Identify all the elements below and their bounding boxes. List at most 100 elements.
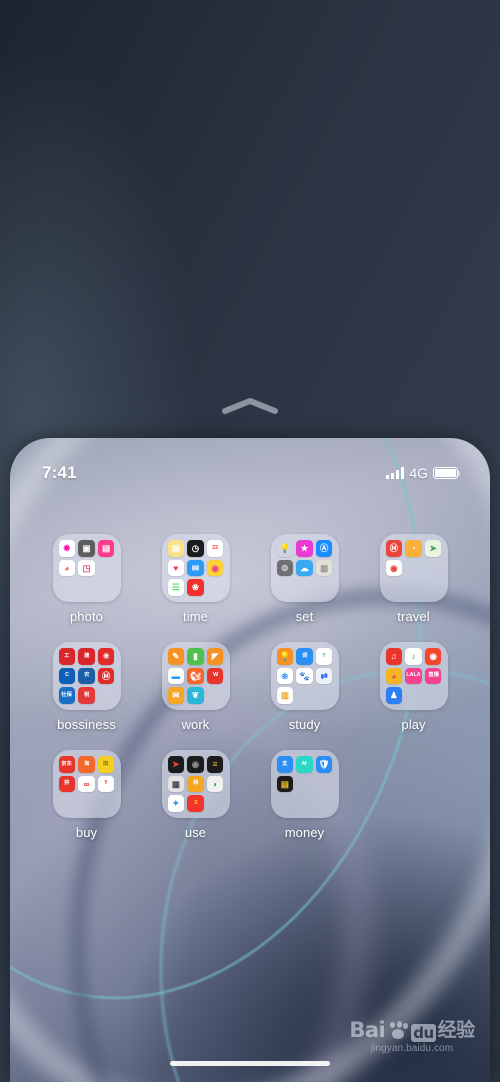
app-icon-pages-editor[interactable]: ✎ <box>167 648 185 665</box>
app-icon-keynote[interactable]: ◤ <box>206 648 224 665</box>
folder-set[interactable]: 💡 ★ Ⓐ ⚙ ☁ ▥ set <box>250 534 359 624</box>
folder-time[interactable]: ▤ ◷ 22 ♥ ✉ ◉ ☰ ❀ time <box>141 534 250 624</box>
app-icon-calendar[interactable]: 22 <box>206 540 224 557</box>
app-icon-reading-book[interactable]: ▥ <box>276 687 294 704</box>
folder-bossiness[interactable]: 工 建 ✳ C 农 Ⓜ 社保 税 bossiness <box>32 642 141 732</box>
app-icon-tips[interactable]: 💡 <box>277 540 294 557</box>
app-icon-ccb-bank[interactable]: 建 <box>78 648 95 665</box>
app-icon-live-stream[interactable]: 直播 <box>424 667 442 685</box>
folder-icon-preview[interactable]: 💡 词? ❀ 🐾 ⇄ ▥ <box>270 642 339 710</box>
folder-study[interactable]: 💡 词? ❀ 🐾 ⇄ ▥ study <box>250 642 359 732</box>
folder-icon-preview[interactable]: Ⓜ ◔ ➤ ◉ <box>379 534 448 602</box>
app-icon-pinduoduo[interactable]: 拼 <box>58 775 76 793</box>
app-icon-metro[interactable]: Ⓜ <box>385 540 403 557</box>
app-icon-notes[interactable]: ▤ <box>167 540 185 557</box>
app-icon-wps-office[interactable]: W <box>206 667 224 685</box>
app-icon-alipay-yue[interactable]: Y <box>97 775 115 793</box>
folder-icon-preview[interactable]: ♫ ♪ ◉ ◕ LALA 直播 ♟ <box>379 642 448 710</box>
app-icon-pdf-scanner[interactable]: ◳ <box>78 559 95 577</box>
app-icon-settings[interactable]: ⚙ <box>276 559 294 577</box>
app-icon-files[interactable]: ▬ <box>167 667 185 685</box>
folder-icon-preview[interactable]: 💡 ★ Ⓐ ⚙ ☁ ▥ <box>270 534 339 602</box>
app-icon-faceu-camera[interactable]: ◕ <box>58 559 76 577</box>
folder-icon-preview[interactable]: 京东 淘 田拼 ∞ Y <box>52 750 121 818</box>
app-icon-dictionary[interactable]: 词 <box>296 648 313 665</box>
app-icon-qq-music[interactable]: ♪ <box>405 648 422 665</box>
app-icon-sohu-news[interactable]: 🐿 <box>187 667 204 685</box>
app-icon-itunes-store[interactable]: ★ <box>296 540 313 557</box>
app-icon-game-app[interactable]: ♟ <box>385 687 403 704</box>
app-icon-evernote-butterfly[interactable]: ❦ <box>187 687 204 704</box>
app-icon-didi-taxi[interactable]: ◔ <box>405 540 422 557</box>
app-icon-momo-chat[interactable]: ◕ <box>385 667 403 685</box>
folder-icon-preview[interactable]: 支 M 🛡 ▤ <box>270 750 339 818</box>
app-icon-netease-music[interactable]: ♫ <box>385 648 403 665</box>
app-icon-meiri-app[interactable]: ◉ <box>206 559 224 577</box>
app-icon-abc-bank[interactable]: 农 <box>78 667 95 685</box>
app-icon-taobao[interactable]: 淘 <box>78 756 95 773</box>
app-icon-mint-money[interactable]: M <box>296 756 313 773</box>
app-icon-contacts[interactable]: ▥ <box>315 559 333 577</box>
app-icon-sina-weibo[interactable]: S <box>187 795 204 812</box>
app-icon-icbc-bank[interactable]: 工 <box>58 648 76 665</box>
folder-icon-preview[interactable]: ▤ ◷ 22 ♥ ✉ ◉ ☰ ❀ <box>161 534 230 602</box>
app-icon-cmb-bank[interactable]: C <box>58 667 76 685</box>
app-icon-tmall-grid[interactable]: 田 <box>97 756 115 773</box>
app-icon-wechat-green[interactable]: ◗ <box>206 775 224 793</box>
app-icon-numbers-chart[interactable]: ▮ <box>187 648 204 665</box>
app-icon-jd-shopping[interactable]: 京东 <box>58 756 76 773</box>
folder-use[interactable]: ➤ ◉ ≡ ▦ 林 ◗ ✦ Suse <box>141 750 250 840</box>
app-icon-health[interactable]: ♥ <box>167 559 185 577</box>
folder-icon-preview[interactable]: ✎ ▮ ◤ ▬ 🐿 W ✉ ❦ <box>161 642 230 710</box>
app-icon-social-security[interactable]: 社保 <box>58 687 76 704</box>
app-icon-ximalaya-fm[interactable]: ◉ <box>424 648 442 665</box>
app-icon-translate[interactable]: ⇄ <box>315 667 333 685</box>
folder-work[interactable]: ✎ ▮ ◤ ▬ 🐿 W ✉ ❦ work <box>141 642 250 732</box>
app-icon-glyph: 词 <box>301 652 308 659</box>
chevron-up-icon[interactable] <box>221 398 279 414</box>
app-icon-lala-video[interactable]: LALA <box>405 667 422 685</box>
app-icon-mail[interactable]: ✉ <box>187 559 204 577</box>
folder-icon-preview[interactable]: ❋ ▣ ▤ ◕ ◳ <box>52 534 121 602</box>
folder-buy[interactable]: 京东 淘 田拼 ∞ Ybuy <box>32 750 141 840</box>
app-icon-reminders[interactable]: ☰ <box>167 579 185 596</box>
app-icon-weather[interactable]: ☁ <box>296 559 313 577</box>
app-icon-cloud-class[interactable]: ❀ <box>276 667 294 685</box>
folder-photo[interactable]: ❋ ▣ ▤ ◕ ◳ photo <box>32 534 141 624</box>
app-icon-glyph: ♪ <box>411 651 416 662</box>
app-icon-voice-memos[interactable]: ◉ <box>187 756 204 773</box>
folder-travel[interactable]: Ⓜ ◔ ➤ ◉ travel <box>359 534 468 624</box>
folder-play[interactable]: ♫ ♪ ◉ ◕ LALA 直播 ♟ play <box>359 642 468 732</box>
app-icon-glyph: ⚙ <box>281 562 289 573</box>
folder-label: photo <box>69 609 104 624</box>
app-icon-boc-bank[interactable]: ✳ <box>97 648 115 665</box>
folder-icon-preview[interactable]: ➤ ◉ ≡ ▦ 林 ◗ ✦ S <box>161 750 230 818</box>
app-icon-calculator[interactable]: ▦ <box>167 775 185 793</box>
app-icon-security-shield[interactable]: 🛡 <box>315 756 333 773</box>
app-icon-alipay-pay[interactable]: 支 <box>276 756 294 773</box>
app-icon-gym-fitness[interactable]: 林 <box>187 775 204 793</box>
app-icon-measure-level[interactable]: ≡ <box>206 756 224 773</box>
app-icon-quora-question[interactable]: ? <box>315 648 333 665</box>
app-icon-app-store[interactable]: Ⓐ <box>315 540 333 557</box>
app-icon-amap-navigation[interactable]: ◉ <box>385 559 403 577</box>
app-icon-camera[interactable]: ▣ <box>78 540 95 557</box>
app-icon-compass[interactable]: ➤ <box>167 756 185 773</box>
app-icon-clock[interactable]: ◷ <box>187 540 204 557</box>
app-icon-meituan[interactable]: ∞ <box>78 775 95 793</box>
app-icon-glyph: ☁ <box>300 562 309 573</box>
app-icon-wechat-moments[interactable]: ❀ <box>187 579 204 596</box>
app-icon-baidu-paw[interactable]: 🐾 <box>296 667 313 685</box>
folder-icon-preview[interactable]: 工 建 ✳ C 农 Ⓜ 社保 税 <box>52 642 121 710</box>
app-icon-meitu-camera[interactable]: ▤ <box>97 540 115 557</box>
app-icon-zhihu-idea[interactable]: 💡 <box>276 648 294 665</box>
app-icon-tax-app[interactable]: 税 <box>78 687 95 704</box>
app-icon-wallet[interactable]: ▤ <box>276 775 294 793</box>
app-icon-qq-mail[interactable]: ✉ <box>167 687 185 704</box>
folder-money[interactable]: 支 M 🛡 ▤ money <box>250 750 359 840</box>
app-icon-maps[interactable]: ➤ <box>424 540 442 557</box>
home-indicator[interactable] <box>170 1061 330 1066</box>
app-icon-china-merchants[interactable]: Ⓜ <box>97 667 115 685</box>
app-icon-safari[interactable]: ✦ <box>167 795 185 812</box>
app-icon-photos[interactable]: ❋ <box>58 540 76 557</box>
